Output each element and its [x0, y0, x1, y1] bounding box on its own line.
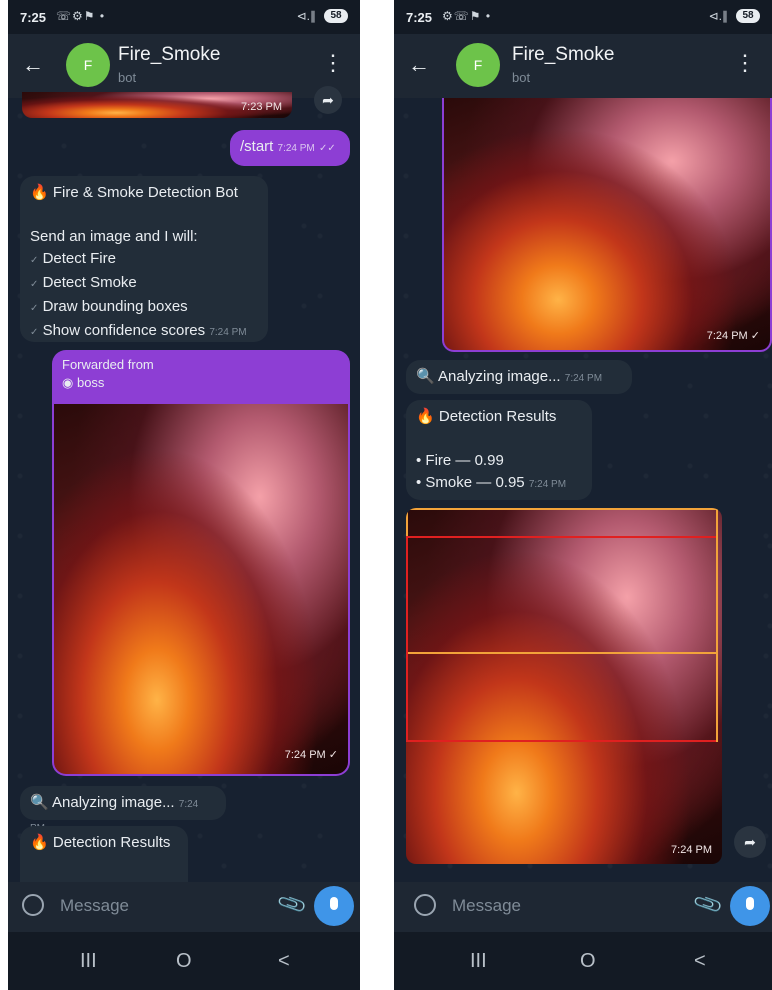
incoming-message-analyzing[interactable]: 🔍 Analyzing image... 7:24 PM	[406, 360, 632, 394]
fire-emoji-icon: 🔥	[30, 834, 49, 851]
bot-avatar[interactable]: F	[456, 43, 500, 87]
message-input[interactable]: Message	[452, 896, 521, 916]
home-button[interactable]: O	[580, 950, 596, 973]
system-nav-bar: III O <	[394, 932, 772, 990]
check-icon: ✓	[30, 255, 39, 266]
message-time: 7:24 PM ✓	[706, 330, 760, 342]
emoji-icon[interactable]	[414, 894, 436, 916]
magnifier-icon: 🔍	[30, 794, 49, 811]
results-title: Detection Results	[52, 834, 171, 851]
message-time: 7:23 PM	[241, 101, 282, 113]
message-input-bar: Message 📎	[394, 882, 772, 932]
notification-icons: ☏⚙⚑ •	[56, 9, 106, 23]
attach-icon[interactable]: 📎	[275, 887, 309, 921]
signal-icon: ⊲.∥	[296, 9, 316, 23]
chat-header: ← F Fire_Smoke bot ⋮	[394, 34, 772, 98]
back-arrow-icon[interactable]: ←	[22, 52, 44, 78]
battery-icon: 58	[324, 9, 348, 23]
chat-header: ← F Fire_Smoke bot ⋮	[8, 34, 360, 98]
chat-subtitle: bot	[512, 70, 531, 85]
right-phone-screen: 7:25 ⚙☏⚑ • ⊲.∥ 58 ← F Fire_Smoke bot ⋮ 7…	[394, 0, 772, 990]
incoming-message-analyzing[interactable]: 🔍 Analyzing image... 7:24 PM	[20, 786, 226, 834]
check-icon: ✓	[30, 327, 39, 338]
forwarded-source[interactable]: ◉ boss	[62, 374, 104, 392]
result-smoke: • Smoke — 0.95 7:24 PM	[416, 474, 567, 491]
back-button[interactable]: <	[278, 950, 290, 973]
feature-item: ✓ Draw bounding boxes	[30, 298, 188, 315]
attach-icon[interactable]: 📎	[691, 887, 725, 921]
message-input[interactable]: Message	[60, 896, 129, 916]
magnifier-icon: 🔍	[416, 368, 435, 385]
check-icon: ✓	[30, 303, 39, 314]
fire-photo[interactable]: 7:24 PM ✓	[54, 404, 348, 774]
previous-photo[interactable]: 7:23 PM	[22, 92, 292, 118]
left-phone-screen: 7:25 ☏⚙⚑ • ⊲.∥ 58 ← F Fire_Smoke bot ⋮ 7…	[8, 0, 360, 990]
microphone-button[interactable]	[314, 886, 354, 926]
message-time: 7:24 PM	[564, 373, 603, 384]
forward-icon[interactable]: ➦	[734, 826, 766, 858]
fire-emoji-icon: 🔥	[416, 408, 435, 425]
battery-icon: 58	[736, 9, 760, 23]
message-time: 7:24 PM	[209, 327, 247, 338]
intro-prompt: Send an image and I will:	[30, 228, 198, 245]
system-nav-bar: III O <	[8, 932, 360, 990]
incoming-message-results[interactable]: 🔥 Detection Results	[20, 826, 188, 886]
more-options-icon[interactable]: ⋮	[734, 50, 756, 76]
message-time: 7:24 PM	[277, 143, 315, 154]
read-check-icon: ✓✓	[318, 143, 336, 154]
forwarded-photo-message[interactable]: Forwarded from ◉ boss 7:24 PM ✓	[52, 350, 350, 776]
feature-item: ✓ Show confidence scores 7:24 PM	[30, 322, 247, 339]
feature-item: ✓ Detect Fire	[30, 250, 116, 267]
notification-icons: ⚙☏⚑ •	[442, 9, 492, 23]
forward-icon[interactable]: ➦	[314, 86, 342, 114]
user-icon: ◉	[62, 375, 74, 390]
chat-title[interactable]: Fire_Smoke	[512, 44, 614, 66]
status-bar: 7:25 ☏⚙⚑ • ⊲.∥ 58	[8, 0, 360, 34]
outgoing-message-start[interactable]: /start 7:24 PM ✓✓	[230, 130, 350, 166]
message-time: 7:24 PM	[671, 844, 712, 856]
back-arrow-icon[interactable]: ←	[408, 52, 430, 78]
incoming-message-intro[interactable]: 🔥 Fire & Smoke Detection Bot Send an ima…	[20, 176, 268, 342]
message-input-bar: Message 📎	[8, 882, 360, 932]
emoji-icon[interactable]	[22, 894, 44, 916]
intro-title: 🔥 Fire & Smoke Detection Bot	[30, 184, 238, 201]
status-time: 7:25	[20, 10, 47, 25]
message-text: Analyzing image...	[52, 794, 175, 811]
recent-apps-button[interactable]: III	[80, 950, 97, 973]
message-text: Analyzing image...	[438, 368, 561, 385]
chat-subtitle: bot	[118, 70, 137, 85]
forwarded-label: Forwarded from	[62, 357, 154, 372]
status-time: 7:25	[406, 10, 433, 25]
back-button[interactable]: <	[694, 950, 706, 973]
incoming-message-results[interactable]: 🔥 Detection Results • Fire — 0.99 • Smok…	[406, 400, 592, 500]
recent-apps-button[interactable]: III	[470, 950, 487, 973]
feature-item: ✓ Detect Smoke	[30, 274, 137, 291]
result-fire: • Fire — 0.99	[416, 452, 504, 469]
results-title: 🔥 Detection Results	[416, 408, 557, 425]
home-button[interactable]: O	[176, 950, 192, 973]
more-options-icon[interactable]: ⋮	[322, 50, 344, 76]
check-icon: ✓	[30, 279, 39, 290]
chat-title[interactable]: Fire_Smoke	[118, 44, 220, 66]
microphone-button[interactable]	[730, 886, 770, 926]
message-time: 7:24 PM	[528, 479, 567, 490]
signal-icon: ⊲.∥	[708, 9, 728, 23]
fire-bounding-box-right-edge	[716, 508, 718, 742]
fire-emoji-icon: 🔥	[30, 184, 49, 201]
fire-bounding-box	[406, 536, 718, 742]
fire-photo[interactable]: 7:24 PM ✓	[442, 98, 772, 352]
detection-result-photo[interactable]: 7:24 PM	[406, 508, 722, 864]
message-time: 7:24 PM ✓	[284, 749, 338, 761]
status-bar: 7:25 ⚙☏⚑ • ⊲.∥ 58	[394, 0, 772, 34]
message-text: /start	[240, 138, 274, 155]
bot-avatar[interactable]: F	[66, 43, 110, 87]
